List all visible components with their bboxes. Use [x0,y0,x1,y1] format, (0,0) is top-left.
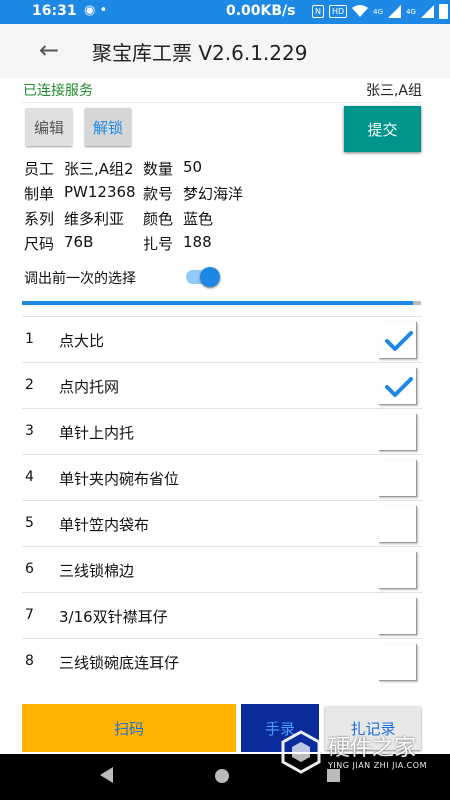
operation-number: 3 [25,423,34,439]
app-bar: ← 聚宝库工票 V2.6.1.229 [0,24,450,78]
operation-number: 2 [25,377,34,393]
list-item[interactable]: 5 单针笠内袋布 [22,500,422,546]
nav-home-icon[interactable] [215,769,229,783]
operation-number: 8 [25,653,34,669]
signal-icon [388,5,402,18]
scan-button[interactable]: 扫码 [22,704,236,752]
list-item[interactable]: 3 单针上内托 [22,408,422,454]
operation-number: 6 [25,561,34,577]
signal-icon-2 [420,5,434,18]
bundle-value: 188 [183,233,212,251]
notification-icons: ◉ • [84,3,108,18]
watermark: 硬件之家 YING JIAN ZHI JIA.COM [280,728,440,778]
list-item[interactable]: 7 3/16双针襟耳仔 [22,592,422,638]
current-user: 张三,A组 [365,83,422,99]
order-label: 制单 [24,185,55,203]
operation-name: 三线锁棉边 [59,562,135,580]
style-label: 款号 [143,185,174,203]
recall-previous-label: 调出前一次的选择 [24,271,136,287]
unlock-button[interactable]: 解锁 [85,108,131,146]
operation-number: 4 [25,469,34,485]
signal-4g-label: 4G [373,7,384,16]
qty-label: 数量 [143,160,174,178]
nfc-icon: N [312,5,324,18]
operation-checkbox[interactable] [379,644,417,681]
back-arrow-icon[interactable]: ← [36,36,62,64]
operation-checkbox[interactable] [379,414,417,451]
list-item[interactable]: 4 单针夹内碗布省位 [22,454,422,500]
operation-checkbox[interactable] [379,368,417,405]
operation-number: 7 [25,607,34,623]
list-item[interactable]: 8 三线锁碗底连耳仔 [22,638,422,684]
checkmark-icon [385,331,413,351]
operation-checkbox[interactable] [379,322,417,359]
hd-icon: HD [328,5,348,18]
size-label: 尺码 [24,235,55,253]
series-label: 系列 [24,210,55,228]
recall-previous-row: 调出前一次的选择 [22,262,422,294]
watermark-text: 硬件之家 [328,736,417,761]
status-time: 16:31 [32,3,77,19]
info-row-employee: 员工 张三,A组2 数量 50 [24,158,424,182]
system-icons: N HD 4G 4G [312,4,448,19]
connection-status: 已连接服务 [23,83,93,99]
status-bar: 16:31 ◉ • 0.00KB/s N HD 4G 4G [0,0,450,24]
operation-checkbox[interactable] [379,506,417,543]
battery-icon [438,4,448,19]
operations-list[interactable]: 1 点大比 2 点内托网 3 单针上内托 4 单针夹内碗布省位 5 单针笠内袋布 6 三线锁棉边 7 3/… [22,316,422,704]
page-title: 聚宝库工票 V2.6.1.229 [92,41,308,65]
wifi-icon [352,5,369,17]
edit-button[interactable]: 编辑 [26,108,72,146]
order-value: PW12368 [64,183,136,201]
operation-checkbox[interactable] [379,552,417,589]
operation-name: 单针上内托 [59,424,135,442]
signal-4g-label-2: 4G [406,7,416,16]
operation-name: 单针夹内碗布省位 [59,470,180,488]
qty-value: 50 [183,158,203,176]
recall-previous-switch[interactable] [186,267,220,287]
operation-name: 三线锁碗底连耳仔 [59,654,180,672]
color-label: 颜色 [143,210,174,228]
nav-back-icon[interactable] [100,767,113,783]
connection-row: 已连接服务 张三,A组 [0,78,450,102]
progress-bar [22,301,413,305]
progress-track [413,301,421,305]
operation-name: 3/16双针襟耳仔 [59,608,168,626]
watermark-subtext: YING JIAN ZHI JIA.COM [328,761,427,770]
employee-label: 员工 [24,160,55,178]
operation-name: 点内托网 [59,378,120,396]
series-value: 维多利亚 [64,210,125,228]
employee-value: 张三,A组2 [64,160,134,178]
info-row-series: 系列 维多利亚 颜色 蓝色 [24,208,424,232]
operation-checkbox[interactable] [379,598,417,635]
color-value: 蓝色 [183,210,214,228]
network-speed: 0.00KB/s [226,3,296,19]
list-item[interactable]: 6 三线锁棉边 [22,546,422,592]
list-item[interactable]: 2 点内托网 [22,362,422,408]
style-value: 梦幻海洋 [183,185,244,203]
info-row-size: 尺码 76B 扎号 188 [24,233,424,257]
operation-name: 点大比 [59,332,105,350]
size-value: 76B [64,233,94,251]
checkmark-icon [385,377,413,397]
info-row-order: 制单 PW12368 款号 梦幻海洋 [24,183,424,207]
operation-number: 5 [25,515,34,531]
divider [22,102,422,103]
switch-knob [200,267,220,287]
submit-button[interactable]: 提交 [344,106,421,152]
operation-checkbox[interactable] [379,460,417,497]
operation-number: 1 [25,331,34,347]
operation-name: 单针笠内袋布 [59,516,150,534]
list-item[interactable]: 1 点大比 [22,316,422,362]
watermark-logo-icon [281,730,321,774]
bundle-label: 扎号 [143,235,174,253]
